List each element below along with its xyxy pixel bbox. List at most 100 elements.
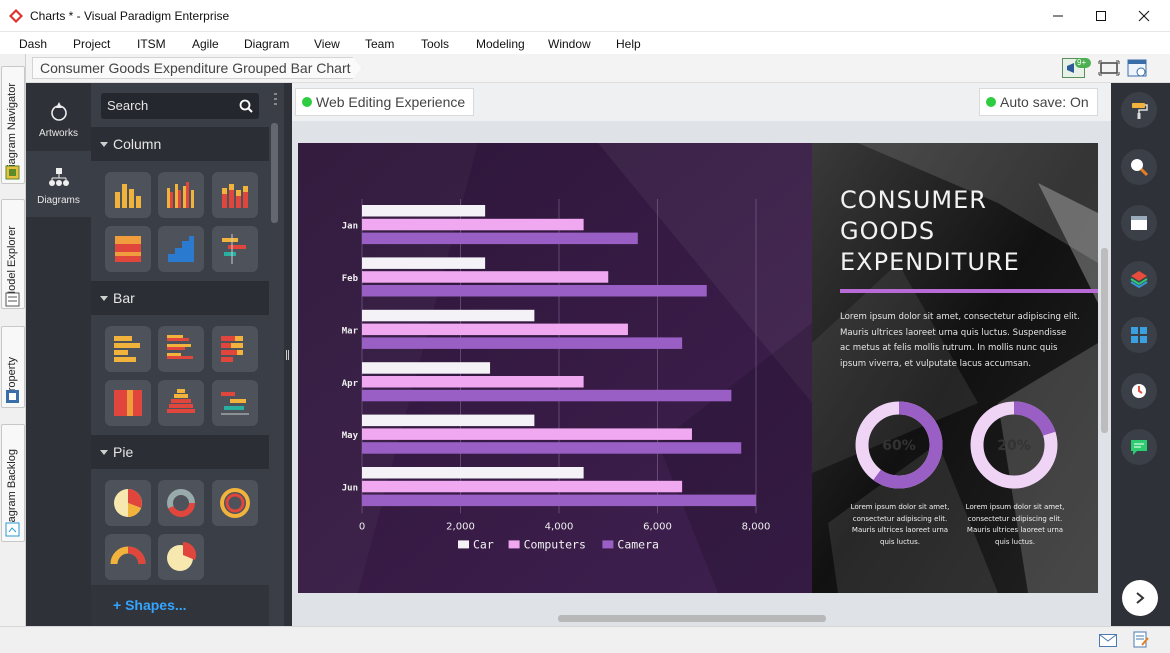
nav-artworks[interactable]: Artworks	[26, 83, 91, 149]
bar-camera-may	[362, 442, 742, 454]
section-pie[interactable]: Pie	[91, 435, 269, 469]
horizontal-scrollbar[interactable]	[558, 615, 826, 622]
menu-team[interactable]: Team	[365, 37, 394, 51]
navigator-icon	[5, 165, 20, 180]
nav-artworks-label: Artworks	[39, 128, 78, 139]
bar-car-jun	[362, 467, 584, 479]
panels-button[interactable]	[1121, 317, 1157, 353]
tab-label: Diagram Backlog	[6, 449, 18, 533]
caption-line: Lorem ipsum dolor sit amet,	[965, 503, 1065, 511]
bar-computers-mar	[362, 323, 628, 336]
comments-button[interactable]	[1121, 429, 1157, 465]
infographic-poster[interactable]: 0 2,000 4,000 6,000 8,000 Jan Feb Mar Apr May Jun C…	[298, 143, 1098, 593]
x-tick-label: 4,000	[545, 521, 574, 532]
status-bar	[0, 626, 1170, 653]
model-explorer-icon	[5, 292, 20, 307]
splitter-grip[interactable]	[286, 350, 289, 360]
menu-project[interactable]: Project	[73, 37, 110, 51]
shapes-link[interactable]: + Shapes...	[91, 585, 269, 626]
pyramid-bar-tile[interactable]	[158, 380, 204, 426]
section-bar[interactable]: Bar	[91, 281, 269, 315]
donut-percent-label: 60%	[882, 438, 916, 454]
layers-button[interactable]	[1121, 261, 1157, 297]
menu-view[interactable]: View	[314, 37, 340, 51]
gantt-column-tile[interactable]	[212, 226, 258, 272]
caption-line: quis luctus.	[880, 537, 920, 546]
donut-caption-1: Lorem ipsum dolor sit amet, consectetur …	[841, 502, 959, 548]
format-painter-button[interactable]	[1121, 92, 1157, 128]
search-input[interactable]: Search	[101, 93, 259, 119]
shape-panel: Search Column Bar Pie + Shapes...	[91, 83, 284, 626]
menu-agile[interactable]: Agile	[192, 37, 219, 51]
auto-save-badge[interactable]: Auto save: On	[979, 88, 1098, 116]
diagram-settings-icon[interactable]	[1127, 59, 1149, 79]
notification-button[interactable]: 9+	[1062, 58, 1092, 78]
window-view-button[interactable]	[1121, 205, 1157, 241]
bar-computers-apr	[362, 376, 584, 388]
grouped-column-tile[interactable]	[158, 172, 204, 218]
mail-icon[interactable]	[1099, 634, 1117, 647]
diagram-canvas[interactable]: Web Editing Experience Auto save: On 0 2…	[292, 83, 1111, 626]
diagrams-icon	[49, 168, 69, 186]
history-button[interactable]	[1121, 373, 1157, 409]
headline-line: CONSUMER	[840, 186, 987, 214]
search-diagram-button[interactable]	[1121, 149, 1157, 185]
half-donut-tile[interactable]	[105, 534, 151, 580]
grouped-bar-icon	[167, 335, 193, 359]
notes-icon[interactable]	[1133, 631, 1149, 649]
stacked-bar-tile[interactable]	[212, 326, 258, 372]
expand-panel-button[interactable]	[1122, 580, 1158, 616]
menu-modeling[interactable]: Modeling	[476, 37, 525, 51]
auto-save-label: Auto save: On	[1000, 94, 1089, 110]
menu-diagram[interactable]: Diagram	[244, 37, 289, 51]
exploded-pie-tile[interactable]	[158, 534, 204, 580]
stacked-100-bar-icon	[114, 390, 142, 416]
step-column-tile[interactable]	[158, 226, 204, 272]
column-chart-tile[interactable]	[105, 172, 151, 218]
stacked-100-bar-tile[interactable]	[105, 380, 151, 426]
legend-swatch-camera	[602, 540, 614, 549]
donut-chart-tile[interactable]	[158, 480, 204, 526]
artworks-icon	[51, 102, 67, 121]
close-button[interactable]	[1121, 0, 1167, 32]
menu-itsm[interactable]: ITSM	[137, 37, 166, 51]
nav-diagrams[interactable]: Diagrams	[26, 151, 91, 217]
bar-camera-mar	[362, 337, 683, 349]
pie-chart-tile[interactable]	[105, 480, 151, 526]
headline-line: EXPENDITURE	[840, 248, 1020, 276]
ring-chart-tile[interactable]	[212, 480, 258, 526]
caption-line: Mauris ultrices laoreet urna	[966, 526, 1064, 534]
bar-chart-tile[interactable]	[105, 326, 151, 372]
section-column[interactable]: Column	[91, 127, 269, 161]
maximize-button[interactable]	[1078, 0, 1124, 32]
body-line: Lorem ipsum dolor sit amet, consectetur …	[840, 312, 1080, 322]
donut-caption-2: Lorem ipsum dolor sit amet, consectetur …	[956, 502, 1074, 548]
panels-icon	[1131, 327, 1147, 343]
grouped-bar-tile[interactable]	[158, 326, 204, 372]
menu-tools[interactable]: Tools	[421, 37, 449, 51]
minimize-button[interactable]	[1035, 0, 1081, 32]
menu-window[interactable]: Window	[548, 37, 591, 51]
web-editing-badge[interactable]: Web Editing Experience	[295, 88, 475, 116]
bar-computers-jun	[362, 480, 683, 493]
window-icon	[1131, 216, 1147, 230]
gantt-bar-tile[interactable]	[212, 380, 258, 426]
menu-help[interactable]: Help	[616, 37, 641, 51]
caption-line: consectetur adipiscing elit.	[967, 514, 1063, 523]
right-toolbar	[1111, 83, 1170, 626]
search-icon[interactable]	[239, 99, 253, 113]
menu-dash[interactable]: Dash	[19, 37, 47, 51]
vertical-scrollbar[interactable]	[1101, 248, 1108, 433]
shape-panel-scrollbar[interactable]	[271, 123, 278, 223]
y-category-label: Jan	[342, 222, 358, 232]
legend-label-computers: Computers	[524, 537, 586, 551]
body-line: ipsum viverra, et vulputate lacus accums…	[840, 358, 1032, 369]
fit-diagram-icon[interactable]	[1098, 60, 1120, 76]
panel-grip[interactable]	[274, 93, 277, 107]
caption-line: Mauris ultrices laoreet urna	[851, 526, 949, 534]
stacked-100-column-tile[interactable]	[105, 226, 151, 272]
breadcrumb[interactable]: Consumer Goods Expenditure Grouped Bar C…	[32, 57, 362, 79]
stacked-column-tile[interactable]	[212, 172, 258, 218]
stacked-column-icon	[222, 184, 248, 208]
x-tick-label: 2,000	[446, 521, 475, 532]
